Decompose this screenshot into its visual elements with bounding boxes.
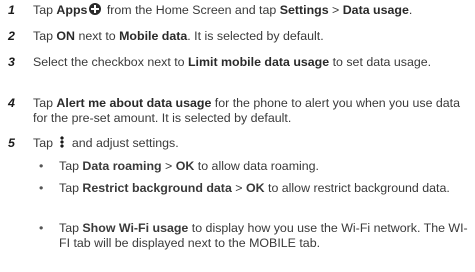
- more-options-icon: [60, 136, 65, 148]
- sub-item-text: Tap Data roaming > OK to allow data roam…: [59, 159, 319, 173]
- on-label: ON: [56, 29, 76, 43]
- apps-label: Apps: [56, 3, 88, 17]
- step-number: 2: [8, 29, 15, 43]
- step-text: Tap Apps from the Home Screen and tap Se…: [33, 3, 413, 17]
- instruction-document: 1 Tap Apps from the Home Screen and tap …: [0, 0, 475, 272]
- step-number: 1: [8, 3, 15, 17]
- step-number: 3: [8, 55, 15, 69]
- step-number: 4: [8, 96, 15, 110]
- alert-data-usage-label: Alert me about data usage: [56, 96, 212, 110]
- bullet: •: [39, 221, 44, 235]
- apps-grid-icon: [89, 3, 102, 15]
- step-number: 5: [8, 136, 15, 150]
- limit-mobile-data-label: Limit mobile data usage: [187, 55, 330, 69]
- step-text: Tap Alert me about data usage for the ph…: [33, 96, 461, 125]
- settings-label: Settings: [279, 3, 329, 17]
- mobile-data-label: Mobile data: [119, 29, 188, 43]
- step-text: Tap and adjust settings.: [33, 136, 179, 150]
- sub-item-text: Tap Show Wi-Fi usage to display how you …: [59, 221, 468, 250]
- step-text: Tap ON next to Mobile data. It is select…: [33, 29, 324, 43]
- step-text: Select the checkbox next to Limit mobile…: [33, 55, 432, 69]
- bullet: •: [39, 181, 44, 195]
- sub-item-text: Tap Restrict background data > OK to all…: [59, 181, 450, 195]
- bullet: •: [39, 159, 44, 173]
- data-usage-label: Data usage: [342, 3, 409, 17]
